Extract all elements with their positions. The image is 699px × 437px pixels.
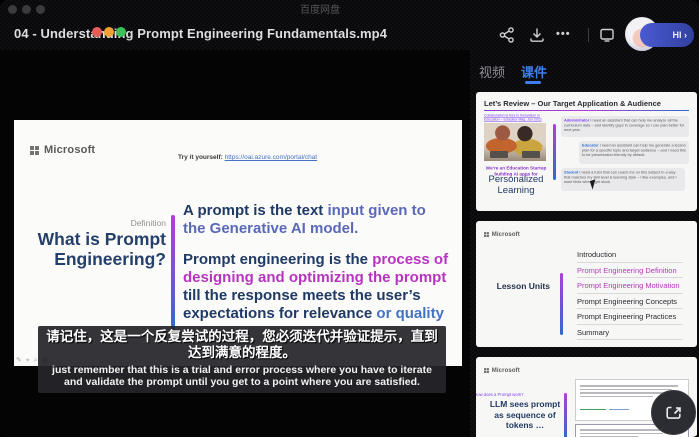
microsoft-logo: Microsoft bbox=[484, 231, 520, 238]
microsoft-logo-icon bbox=[484, 367, 489, 373]
thumb3-title: LLM sees prompt as sequence of tokens … bbox=[489, 399, 561, 431]
loading-dot-red-icon bbox=[92, 27, 102, 37]
loading-dot-green-icon bbox=[116, 27, 126, 37]
thumb1-photo bbox=[484, 123, 546, 161]
subtitle-overlay: 请记住，这是一个反复尝试的过程，您必须迭代并验证提示，直到达到满意的程度。 ju… bbox=[38, 326, 446, 393]
slide-paragraph-2: Prompt engineering is the process of des… bbox=[183, 250, 449, 323]
lesson-unit-item: Summary bbox=[577, 325, 683, 340]
chat-bubble-educator: Educator I need an assistant can help me… bbox=[578, 141, 689, 164]
laptop-shape bbox=[490, 151, 508, 158]
more-menu-icon[interactable]: ••• bbox=[556, 28, 571, 40]
lesson-unit-item: Prompt Engineering Definition bbox=[577, 263, 683, 278]
subtitle-chinese: 请记住，这是一个反复尝试的过程，您必须迭代并验证提示，直到达到满意的程度。 bbox=[46, 329, 438, 360]
active-tab-indicator bbox=[525, 81, 541, 84]
thumb3-kicker: How does a Prompt work? bbox=[476, 393, 524, 398]
slide-title: What is Prompt Engineering? bbox=[37, 229, 166, 270]
try-it-link: https://oai.azure.com/portal/chat bbox=[224, 154, 318, 161]
lesson-unit-item: Introduction bbox=[577, 247, 683, 263]
save-to-netdisk-fab[interactable] bbox=[651, 390, 696, 435]
account-badge[interactable]: HI › bbox=[640, 23, 694, 47]
chat-bubble-administrator: Administrator I need an assistant that c… bbox=[560, 116, 689, 137]
thumb1-title: Let’s Review – Our Target Application & … bbox=[484, 99, 661, 108]
microsoft-logo: Microsoft bbox=[30, 144, 95, 156]
try-it-yourself: Try it yourself: https://oai.azure.com/p… bbox=[178, 154, 318, 161]
slide-paragraph-1: A prompt is the text input given to the … bbox=[183, 202, 426, 238]
tab-courseware[interactable]: 课件 bbox=[521, 62, 547, 81]
lesson-unit-item: Prompt Engineering Concepts bbox=[577, 294, 683, 309]
screen-export-icon bbox=[665, 406, 681, 419]
openai-label-bar bbox=[580, 408, 606, 410]
subtitle-english: just remember that this is a trial and e… bbox=[52, 363, 432, 388]
video-player-surface[interactable]: Microsoft Try it yourself: https://oai.a… bbox=[0, 50, 470, 437]
lesson-unit-item: Prompt Engineering Motivation bbox=[577, 278, 683, 294]
share-icon[interactable] bbox=[498, 26, 516, 44]
microsoft-logo-icon bbox=[30, 145, 39, 155]
account-badge-label: HI › bbox=[672, 30, 688, 40]
thumb1-citation: Collaboration is Key to Innovation in Ed… bbox=[484, 114, 542, 122]
baidu-netdisk-player-window: 百度网盘 04 - Understanding Prompt Engineeri… bbox=[0, 0, 699, 437]
download-icon[interactable] bbox=[528, 26, 546, 44]
gradient-divider-bar bbox=[171, 215, 175, 332]
lesson-unit-item: Prompt Engineering Practices bbox=[577, 309, 683, 325]
thumb1-divider-bar bbox=[553, 124, 556, 180]
courseware-thumbnail-lesson-units[interactable]: Microsoft Lesson Units Introduction Prom… bbox=[476, 221, 697, 347]
laptop-shape bbox=[522, 151, 540, 158]
thumb1-rule bbox=[484, 110, 689, 111]
courseware-thumbnail-review[interactable]: Let’s Review – Our Target Application & … bbox=[476, 92, 697, 211]
loading-dot-yellow-icon bbox=[104, 27, 114, 37]
tab-video[interactable]: 视频 bbox=[479, 62, 505, 81]
toolbar-divider bbox=[588, 28, 589, 42]
lesson-units-label: Lesson Units bbox=[496, 281, 550, 291]
microsoft-logo: Microsoft bbox=[484, 367, 520, 374]
microsoft-logo-icon bbox=[484, 231, 489, 237]
thumb1-headline: Personalized Learning bbox=[488, 174, 544, 196]
slide-kicker: Definition bbox=[130, 218, 166, 228]
app-name: 百度网盘 bbox=[300, 5, 340, 16]
cast-icon[interactable] bbox=[598, 26, 616, 44]
video-title: 04 - Understanding Prompt Engineering Fu… bbox=[14, 26, 388, 41]
thumb1-startup-text: We’re an Education Startup building AI a… bbox=[485, 165, 547, 177]
chat-bubble-student: Student I need a tutor that can coach me… bbox=[560, 168, 685, 191]
